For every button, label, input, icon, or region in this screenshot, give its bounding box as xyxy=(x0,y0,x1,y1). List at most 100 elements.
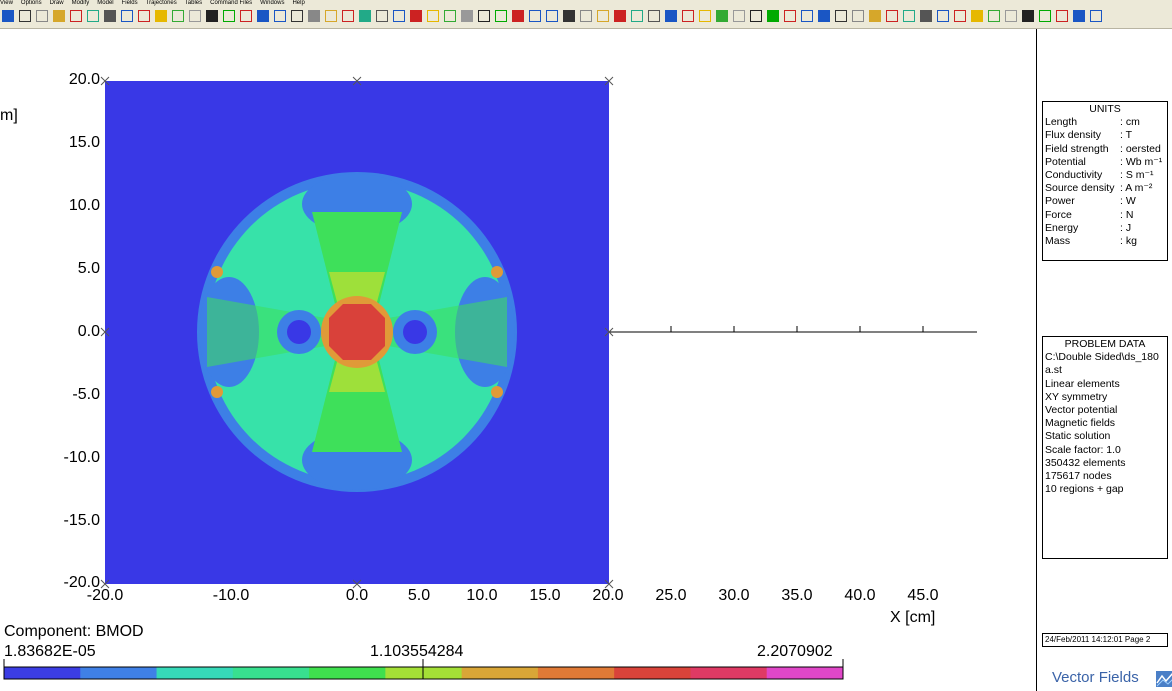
toolbar-tool-icon[interactable] xyxy=(36,10,48,22)
toolbar-tool-icon[interactable] xyxy=(308,10,320,22)
toolbar-tool-icon[interactable] xyxy=(1022,10,1034,22)
units-quantity: Source density xyxy=(1045,182,1115,195)
toolbar-tool-icon[interactable] xyxy=(1039,10,1051,22)
toolbar-tool-icon[interactable] xyxy=(2,10,14,22)
toolbar-tool-icon[interactable] xyxy=(733,10,745,22)
toolbar-tool-icon[interactable] xyxy=(138,10,150,22)
units-quantity: Length xyxy=(1045,116,1078,129)
toolbar-tool-icon[interactable] xyxy=(257,10,269,22)
toolbar-tool-icon[interactable] xyxy=(784,10,796,22)
toolbar-tool-icon[interactable] xyxy=(70,10,82,22)
toolbar-tool-icon[interactable] xyxy=(393,10,405,22)
toolbar-tool-icon[interactable] xyxy=(852,10,864,22)
toolbar-tool-icon[interactable] xyxy=(461,10,473,22)
color-scale-swatch xyxy=(461,667,539,679)
toolbar-tool-icon[interactable] xyxy=(87,10,99,22)
units-row: Flux density: T xyxy=(1045,129,1165,142)
toolbar-tool-icon[interactable] xyxy=(1090,10,1102,22)
toolbar-tool-icon[interactable] xyxy=(988,10,1000,22)
toolbar-tool-icon[interactable] xyxy=(665,10,677,22)
units-quantity: Energy xyxy=(1045,221,1079,234)
units-row: Energy: J xyxy=(1045,222,1165,235)
toolbar-tool-icon[interactable] xyxy=(206,10,218,22)
info-panel: UNITS Length : cm Flux density: T Field str… xyxy=(1036,29,1172,691)
units-row: Field strength : oersted xyxy=(1045,143,1165,156)
toolbar-tool-icon[interactable] xyxy=(223,10,235,22)
units-row: Potential: Wb m⁻¹ xyxy=(1045,156,1165,169)
units-value: : oersted xyxy=(1120,142,1161,155)
toolbar-tool-icon[interactable] xyxy=(529,10,541,22)
toolbar-tool-icon[interactable] xyxy=(19,10,31,22)
plot-area[interactable]: 20.0 15.0 10.0 5.0 0.0 -5.0 -10.0 -15.0 -20.0 -2… xyxy=(0,29,1036,691)
toolbar-tool-icon[interactable] xyxy=(937,10,949,22)
y-tick-label: -5.0 xyxy=(72,386,100,403)
contour-edge-spot xyxy=(491,266,503,278)
toolbar-tool-icon[interactable] xyxy=(104,10,116,22)
toolbar-tool-icon[interactable] xyxy=(189,10,201,22)
units-quantity: Field strength xyxy=(1045,142,1109,155)
toolbar-tool-icon[interactable] xyxy=(121,10,133,22)
toolbar-tool-icon[interactable] xyxy=(376,10,388,22)
toolbar-tool-icon[interactable] xyxy=(444,10,456,22)
toolbar-tool-icon[interactable] xyxy=(1005,10,1017,22)
toolbar-tool-icon[interactable] xyxy=(1056,10,1068,22)
toolbar-tool-icon[interactable] xyxy=(240,10,252,22)
units-title: UNITS xyxy=(1089,103,1121,115)
color-scale-swatch xyxy=(4,667,81,679)
toolbar-tool-icon[interactable] xyxy=(648,10,660,22)
toolbar-tool-icon[interactable] xyxy=(410,10,422,22)
problem-data-line: Vector potential xyxy=(1045,404,1118,417)
toolbar-tool-icon[interactable] xyxy=(325,10,337,22)
color-scale-swatch xyxy=(309,667,386,679)
units-row: Mass: kg xyxy=(1045,235,1165,248)
component-label: Component: BMOD xyxy=(4,623,144,640)
toolbar-tool-icon[interactable] xyxy=(835,10,847,22)
toolbar-tool-icon[interactable] xyxy=(359,10,371,22)
toolbar-tool-icon[interactable] xyxy=(614,10,626,22)
problem-data-line: 350432 elements xyxy=(1045,456,1126,469)
units-quantity: Flux density xyxy=(1045,129,1102,142)
toolbar-tool-icon[interactable] xyxy=(801,10,813,22)
x-tick-label: 15.0 xyxy=(529,587,561,604)
toolbar-tool-icon[interactable] xyxy=(920,10,932,22)
toolbar-tool-icon[interactable] xyxy=(291,10,303,22)
contour-edge-spot xyxy=(491,386,503,398)
toolbar-tool-icon[interactable] xyxy=(767,10,779,22)
toolbar-tool-icon[interactable] xyxy=(427,10,439,22)
color-scale-swatch xyxy=(614,667,691,679)
toolbar-tool-icon[interactable] xyxy=(580,10,592,22)
toolbar-tool-icon[interactable] xyxy=(716,10,728,22)
toolbar-tool-icon[interactable] xyxy=(682,10,694,22)
scale-min-label: 1.83682E-05 xyxy=(4,643,96,660)
toolbar-tool-icon[interactable] xyxy=(172,10,184,22)
units-value: : N xyxy=(1120,208,1134,221)
units-row: Source density: A m⁻² xyxy=(1045,182,1165,195)
toolbar-tool-icon[interactable] xyxy=(631,10,643,22)
toolbar-tool-icon[interactable] xyxy=(903,10,915,22)
toolbar-tool-icon[interactable] xyxy=(886,10,898,22)
toolbar-tool-icon[interactable] xyxy=(155,10,167,22)
toolbar-tool-icon[interactable] xyxy=(1073,10,1085,22)
toolbar-tool-icon[interactable] xyxy=(563,10,575,22)
toolbar-tool-icon[interactable] xyxy=(818,10,830,22)
problem-data-box: PROBLEM DATA C:\Double Sided\ds_180a.st L… xyxy=(1042,336,1168,559)
toolbar-tool-icon[interactable] xyxy=(478,10,490,22)
toolbar-tool-icon[interactable] xyxy=(954,10,966,22)
toolbar-tool-icon[interactable] xyxy=(342,10,354,22)
toolbar-tool-icon[interactable] xyxy=(546,10,558,22)
x-tick-label: 40.0 xyxy=(844,587,876,604)
problem-data-line: Linear elements xyxy=(1045,377,1120,390)
toolbar-tool-icon[interactable] xyxy=(597,10,609,22)
units-value: : cm xyxy=(1120,116,1140,129)
toolbar-tool-icon[interactable] xyxy=(512,10,524,22)
scale-mid-label: 1.103554284 xyxy=(370,643,464,660)
toolbar-tool-icon[interactable] xyxy=(495,10,507,22)
toolbar-tool-icon[interactable] xyxy=(699,10,711,22)
toolbar-tool-icon[interactable] xyxy=(53,10,65,22)
toolbar-tool-icon[interactable] xyxy=(750,10,762,22)
problem-data-line: C:\Double Sided\ds_180a.st xyxy=(1045,351,1159,377)
toolbar-tool-icon[interactable] xyxy=(869,10,881,22)
problem-data-line: Magnetic fields xyxy=(1045,417,1116,430)
toolbar-tool-icon[interactable] xyxy=(971,10,983,22)
toolbar-tool-icon[interactable] xyxy=(274,10,286,22)
